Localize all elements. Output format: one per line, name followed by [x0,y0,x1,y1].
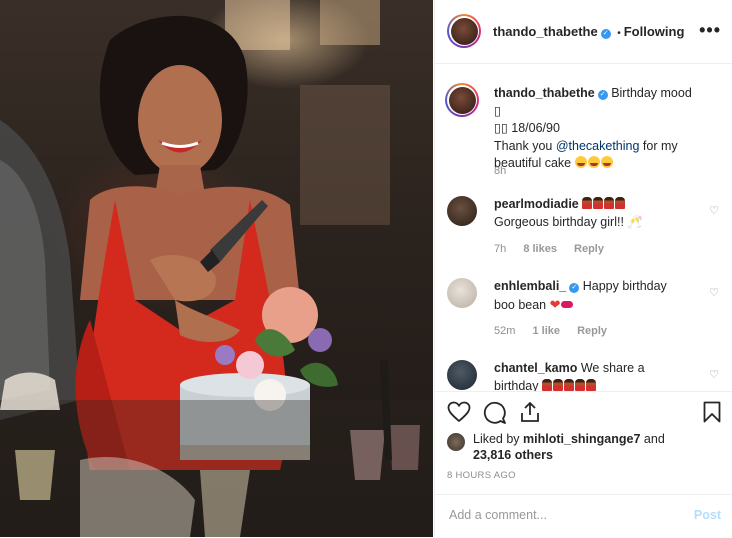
birthday-photo-illustration [0,0,433,537]
comment-username[interactable]: enhlembali_ [494,279,566,293]
comment-meta: 7h 8 likes Reply [494,243,618,255]
caption-date: 18/06/90 [511,121,560,135]
following-button[interactable]: Following [624,24,685,39]
caption-avatar[interactable] [445,83,479,117]
caption-meta: 8h [494,165,520,177]
liker-avatar[interactable] [447,433,465,451]
post-side-panel: thando_thabethe ✓ • Following ••• thando_t… [434,0,732,537]
post-photo[interactable] [0,0,433,537]
post-timestamp[interactable]: 8 HOURS AGO [447,470,516,481]
cheers-emoji-icon: 🥂 [627,214,643,229]
heart-outline-icon[interactable] [447,401,471,423]
likes-text: Liked by mihloti_shingange7 and 23,816 o… [473,431,723,463]
caption-time[interactable]: 8h [494,165,506,177]
caption-glyph1: ▯ [494,103,501,118]
speech-bubble-icon[interactable] [483,401,507,425]
comment-like-icon[interactable]: ♡ [709,204,719,217]
caption-line1: Birthday mood [611,86,692,100]
post-comment-button[interactable]: Post [694,508,721,522]
heart-eyes-emoji-icon [574,156,614,170]
likes-others-link[interactable]: 23,816 others [473,448,553,462]
header-user-line: thando_thabethe ✓ • Following [493,24,684,39]
follow-separator: • [617,28,621,39]
woman-emoji-icon [541,378,597,392]
more-options-icon[interactable]: ••• [699,20,721,41]
comment-reply-button[interactable]: Reply [574,243,604,255]
comment-body-a: We share a [580,361,645,375]
comment-likes[interactable]: 8 likes [523,243,557,255]
comments-list[interactable]: thando_thabethe ✓ Birthday mood ▯ ▯▯ 18/0… [435,64,732,391]
verified-badge-icon: ✓ [600,29,611,39]
add-comment-bar: Post [435,494,732,538]
action-bar [435,391,732,432]
woman-emoji-icon [582,197,626,211]
caption-username[interactable]: thando_thabethe [494,86,595,100]
add-comment-input[interactable] [447,507,671,523]
comment-item: chantel_kamo We share a birthday ♡ [447,360,727,391]
red-heart-emoji-icon: ❤ [549,296,561,312]
comment-avatar[interactable] [447,278,477,308]
comment-item: pearlmodiadie Gorgeous birthday girl!! 🥂… [447,196,727,266]
comment-meta: 52m 1 like Reply [494,325,621,337]
comment-like-icon[interactable]: ♡ [709,286,719,299]
comment-item: enhlembali_ ✓ Happy birthday boo bean ❤ ♡… [447,278,727,348]
comment-text: chantel_kamo We share a birthday [494,360,694,391]
comment-like-icon[interactable]: ♡ [709,368,719,381]
comment-text: enhlembali_ ✓ Happy birthday boo bean ❤ [494,278,694,314]
author-avatar[interactable] [447,14,481,48]
comment-body-b: birthday [494,378,539,392]
caption-item: thando_thabethe ✓ Birthday mood ▯ ▯▯ 18/0… [445,83,727,185]
likes-and: and [643,432,665,446]
liker-username[interactable]: mihloti_shingange7 [523,432,640,446]
caption-mention-link[interactable]: @thecakething [556,139,640,153]
caption-text: thando_thabethe ✓ Birthday mood ▯ ▯▯ 18/0… [494,85,694,173]
kiss-lips-emoji-icon [560,300,573,308]
comment-body-a: Happy birthday [582,279,667,293]
comment-avatar[interactable] [447,360,477,390]
bookmark-icon[interactable] [703,401,721,423]
comment-time[interactable]: 52m [494,325,515,337]
caption-thank-you: Thank you [494,138,553,153]
comment-username[interactable]: chantel_kamo [494,361,577,375]
comment-text: pearlmodiadie Gorgeous birthday girl!! 🥂 [494,196,694,231]
comment-time[interactable]: 7h [494,243,506,255]
comment-likes[interactable]: 1 like [532,325,560,337]
comment-body: Gorgeous birthday girl!! [494,214,624,229]
post-header: thando_thabethe ✓ • Following ••• [435,0,732,64]
comment-username[interactable]: pearlmodiadie [494,197,579,211]
share-upload-icon[interactable] [519,401,541,423]
likes-prefix: Liked by [473,432,520,446]
caption-glyph2: ▯▯ [494,121,508,135]
author-username[interactable]: thando_thabethe [493,24,598,39]
verified-badge-icon: ✓ [597,90,608,100]
comment-reply-button[interactable]: Reply [577,325,607,337]
comment-body-b: boo bean [494,297,547,312]
comment-avatar[interactable] [447,196,477,226]
verified-badge-icon: ✓ [569,283,580,293]
